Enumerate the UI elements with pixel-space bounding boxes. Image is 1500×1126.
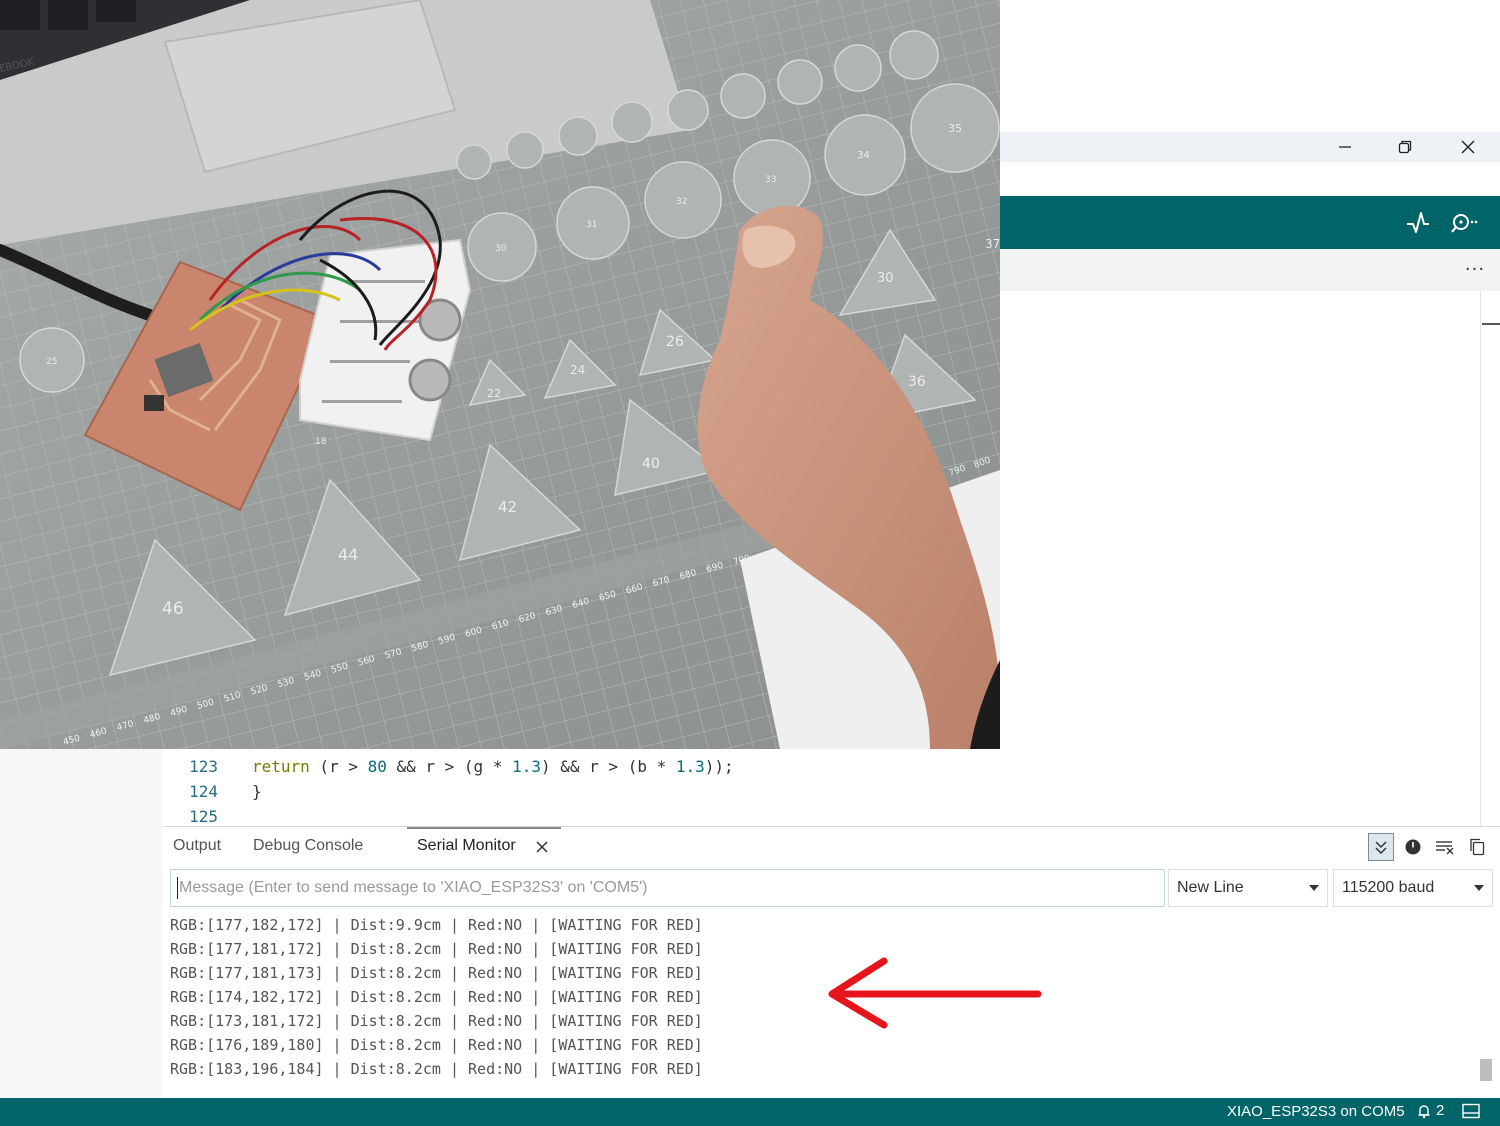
mat-label: 18 xyxy=(315,437,327,447)
title-bar xyxy=(1000,132,1500,162)
close-serial-monitor-button[interactable] xyxy=(535,839,551,855)
photo-illustration: EBOOK 25 35 30 31 32 33 34 37 30 36 26 2… xyxy=(0,0,1000,749)
status-bar: XIAO_ESP32S3 on COM5 2 xyxy=(0,1098,1500,1126)
log-line: RGB:[173,181,172] | Dist:8.2cm | Red:NO … xyxy=(170,1012,703,1030)
mat-label: 31 xyxy=(586,220,597,230)
editor-scroll-marker xyxy=(1482,323,1500,325)
panel-layout-icon[interactable] xyxy=(1462,1103,1480,1119)
code-line: 123 return (r > 80 && r > (g * 1.3) && r… xyxy=(162,754,1480,779)
chevron-double-down-icon xyxy=(1375,841,1387,855)
mat-label: 37 xyxy=(985,237,1000,251)
close-icon xyxy=(536,841,548,853)
log-line: RGB:[176,189,180] | Dist:8.2cm | Red:NO … xyxy=(170,1036,703,1054)
notifications-button[interactable]: 2 xyxy=(1416,1102,1444,1119)
code-line: 124 } xyxy=(162,779,1480,804)
line-number: 123 xyxy=(189,757,218,776)
clear-list-icon xyxy=(1436,841,1454,855)
log-line: RGB:[177,182,172] | Dist:9.9cm | Red:NO … xyxy=(170,916,703,934)
mat-label: 33 xyxy=(765,175,776,185)
notification-count: 2 xyxy=(1436,1102,1445,1119)
minimize-icon xyxy=(1339,146,1351,148)
mat-label: 32 xyxy=(676,197,687,207)
serial-monitor-button[interactable] xyxy=(1446,206,1482,240)
annotation-arrow xyxy=(828,957,1042,1029)
line-ending-value: New Line xyxy=(1177,879,1244,896)
restore-button[interactable] xyxy=(1382,132,1428,162)
serial-plotter-button[interactable] xyxy=(1400,206,1436,240)
code-token: 1.3 xyxy=(675,757,705,776)
tab-debug-console[interactable]: Debug Console xyxy=(253,837,363,855)
mat-label: 26 xyxy=(666,334,684,350)
code-token: 1.3 xyxy=(512,757,541,776)
serial-output-scrollbar[interactable] xyxy=(1480,1059,1492,1081)
bell-icon xyxy=(1418,1104,1430,1118)
mat-label: 30 xyxy=(877,271,894,286)
tab-output[interactable]: Output xyxy=(173,837,221,855)
mat-label: 24 xyxy=(570,363,585,377)
code-scrollbar[interactable] xyxy=(1480,749,1481,826)
mat-label: 40 xyxy=(642,456,660,472)
editor-scrollbar-track[interactable] xyxy=(1480,291,1481,826)
mat-label: 35 xyxy=(948,122,962,135)
clock-icon xyxy=(1405,839,1421,855)
copy-icon xyxy=(1470,838,1485,856)
close-button[interactable] xyxy=(1445,132,1491,162)
log-line: RGB:[177,181,172] | Dist:8.2cm | Red:NO … xyxy=(170,940,703,958)
code-text: return (r > 80 && r > (g * 1.3) && r > (… xyxy=(252,757,734,776)
panel-actions xyxy=(1368,831,1490,863)
minimize-button[interactable] xyxy=(1322,132,1368,162)
hardware-photo: EBOOK 25 35 30 31 32 33 34 37 30 36 26 2… xyxy=(0,0,1000,749)
tab-serial-monitor[interactable]: Serial Monitor xyxy=(417,837,516,855)
baud-rate-value: 115200 baud xyxy=(1342,879,1435,896)
serial-monitor-icon xyxy=(1451,214,1478,233)
more-tabs-button[interactable]: ··· xyxy=(1460,255,1490,283)
close-icon xyxy=(1461,140,1475,154)
main-toolbar xyxy=(1000,196,1500,249)
serial-message-input[interactable]: Message (Enter to send message to 'XIAO_… xyxy=(170,869,1165,907)
code-token: } xyxy=(252,782,262,801)
code-token: 80 xyxy=(367,757,387,776)
autoscroll-toggle[interactable] xyxy=(1368,833,1394,861)
code-token: (r > xyxy=(309,757,368,776)
editor-tab-strip: ··· xyxy=(1000,249,1500,291)
board-port-status[interactable]: XIAO_ESP32S3 on COM5 xyxy=(1227,1103,1405,1120)
log-line: RGB:[177,181,173] | Dist:8.2cm | Red:NO … xyxy=(170,964,703,982)
timestamp-toggle[interactable] xyxy=(1400,833,1426,861)
code-token: )); xyxy=(704,757,734,776)
line-number: 124 xyxy=(189,782,218,801)
line-number: 125 xyxy=(189,807,218,826)
mat-label: 46 xyxy=(162,599,184,619)
copy-output-button[interactable] xyxy=(1464,833,1490,861)
restore-icon xyxy=(1398,140,1412,154)
panel-tab-bar: Output Debug Console Serial Monitor xyxy=(162,827,1500,867)
code-token: return xyxy=(252,757,310,776)
mat-label: 25 xyxy=(46,357,57,367)
mat-label: 34 xyxy=(857,150,870,161)
code-text: } xyxy=(252,782,262,801)
arduino-ide-window: ··· EBOOK 25 35 30 31 32 33 34 37 30 36 … xyxy=(0,0,1500,1126)
log-line: RGB:[174,182,172] | Dist:8.2cm | Red:NO … xyxy=(170,988,703,1006)
text-caret xyxy=(177,877,178,899)
chevron-down-icon xyxy=(1474,885,1484,891)
code-token: ) && r > (b * xyxy=(541,757,676,776)
mat-label: 44 xyxy=(338,545,358,564)
mat-label: 22 xyxy=(487,387,501,400)
mat-label: 30 xyxy=(495,244,507,254)
left-sidebar xyxy=(0,749,162,1098)
mat-label: 36 xyxy=(908,374,926,390)
code-token: && r > (g * xyxy=(386,757,513,776)
code-editor[interactable]: 123 return (r > 80 && r > (g * 1.3) && r… xyxy=(162,749,1500,826)
baud-rate-select[interactable]: 115200 baud xyxy=(1333,869,1493,907)
clear-output-button[interactable] xyxy=(1432,833,1458,861)
serial-message-placeholder: Message (Enter to send message to 'XIAO_… xyxy=(179,879,648,896)
active-tab-indicator xyxy=(407,827,561,829)
log-line: RGB:[183,196,184] | Dist:8.2cm | Red:NO … xyxy=(170,1060,703,1078)
line-ending-select[interactable]: New Line xyxy=(1168,869,1328,907)
chevron-down-icon xyxy=(1309,885,1319,891)
mat-label: 42 xyxy=(498,498,517,516)
pulse-icon xyxy=(1407,212,1429,233)
serial-output[interactable]: RGB:[177,182,172] | Dist:9.9cm | Red:NO … xyxy=(170,913,1470,1081)
